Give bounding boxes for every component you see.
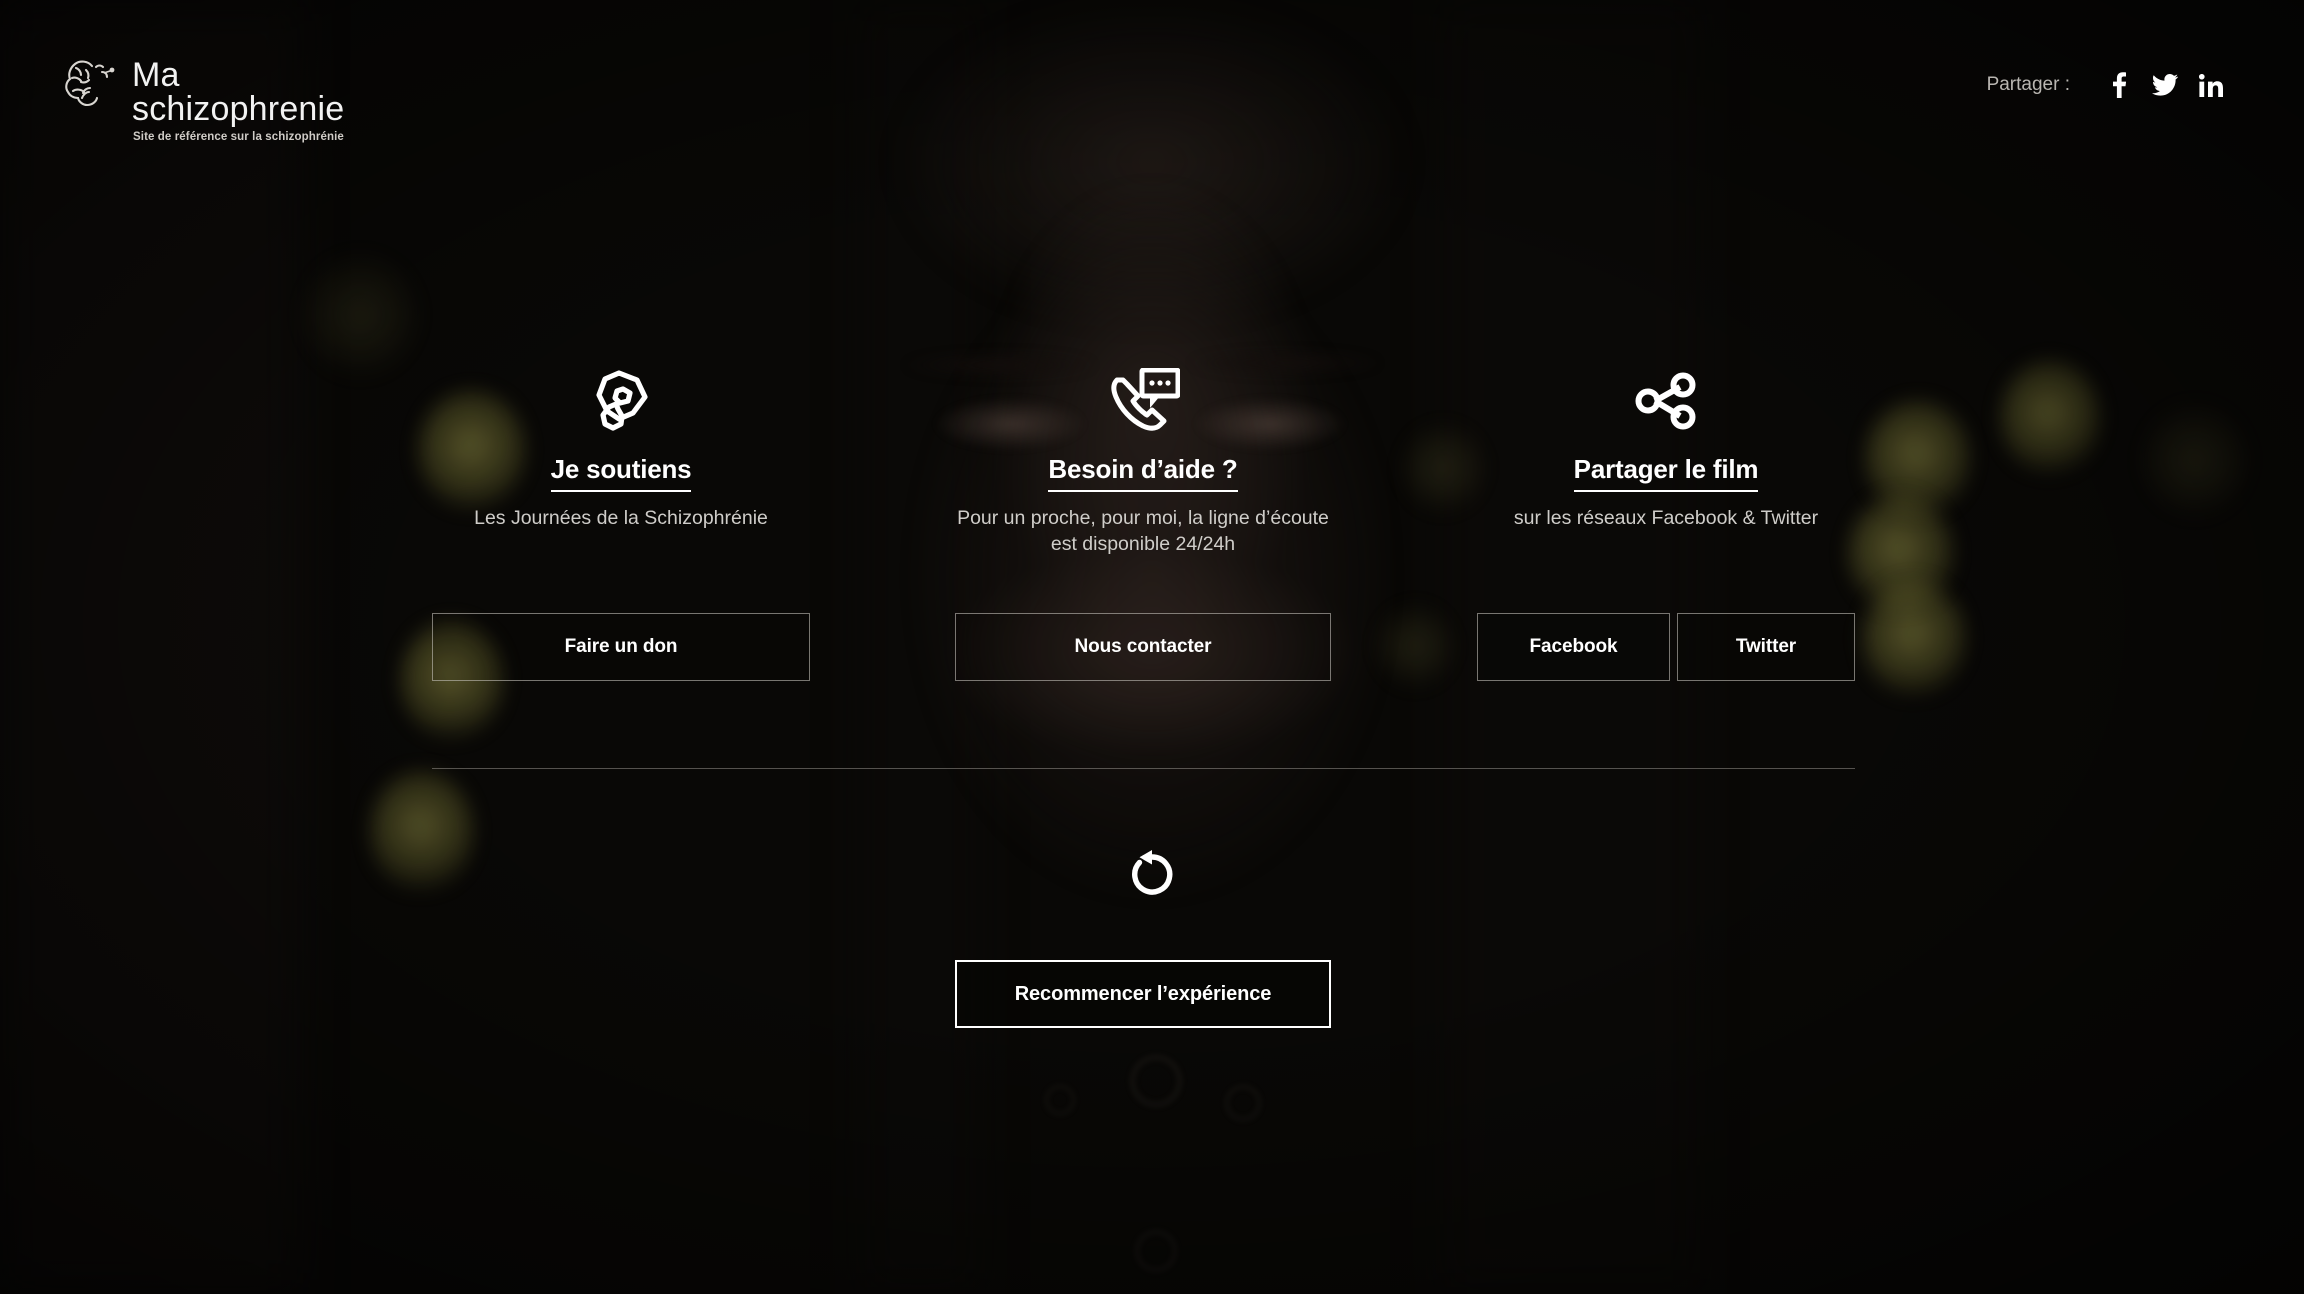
logo-line-2: schizophrenie [132,89,345,128]
linkedin-icon[interactable] [2188,73,2234,97]
recommencer-experience-button[interactable]: Recommencer l’expérience [955,960,1331,1028]
bokeh-ring [1130,1055,1182,1107]
bokeh-ring [1225,1085,1261,1121]
phone-chat-icon [955,360,1331,442]
share-nodes-icon [1477,360,1855,442]
column-title: Partager le film [1573,454,1759,492]
bokeh-light [300,250,420,380]
column-partager-film: Partager le film sur les réseaux Faceboo… [1477,360,1855,531]
nous-contacter-button[interactable]: Nous contacter [955,613,1331,681]
facebook-share-button[interactable]: Facebook [1477,613,1670,681]
column-subtitle: Pour un proche, pour moi, la ligne d’éco… [957,507,1329,556]
section-divider [432,768,1855,769]
share-bar: Partager : [1987,72,2234,98]
bokeh-light [1375,600,1455,692]
bokeh-light [2140,400,2250,520]
facebook-icon[interactable] [2096,72,2142,98]
logo-line-1: Ma [132,56,180,94]
column-subtitle: sur les réseaux Facebook & Twitter [1513,507,1819,529]
bokeh-light [1400,420,1486,516]
awareness-ribbon-icon [432,360,810,442]
column-title: Besoin d’aide ? [1048,454,1238,492]
restart-arrow-icon[interactable] [0,848,2304,900]
column-je-soutiens: Je soutiens Les Journées de la Schizophr… [432,360,810,531]
logo-tagline: Site de référence sur la schizophrénie [133,131,344,144]
column-besoin-aide: Besoin d’aide ? Pour un proche, pour moi… [955,360,1331,557]
column-subtitle: Les Journées de la Schizophrénie [474,507,768,529]
bokeh-ring [1135,1230,1177,1272]
background-band-left [0,0,300,1294]
brain-icon [62,58,124,115]
twitter-share-button[interactable]: Twitter [1677,613,1855,681]
column-title: Je soutiens [550,454,692,492]
share-label: Partager : [1986,74,2070,95]
twitter-icon[interactable] [2142,74,2188,96]
faire-un-don-button[interactable]: Faire un don [432,613,810,681]
bokeh-ring [1045,1085,1075,1115]
bokeh-light [2000,360,2100,476]
site-logo[interactable]: Ma schizophrenie Site de référence sur l… [62,56,344,143]
bokeh-light [1862,580,1966,698]
